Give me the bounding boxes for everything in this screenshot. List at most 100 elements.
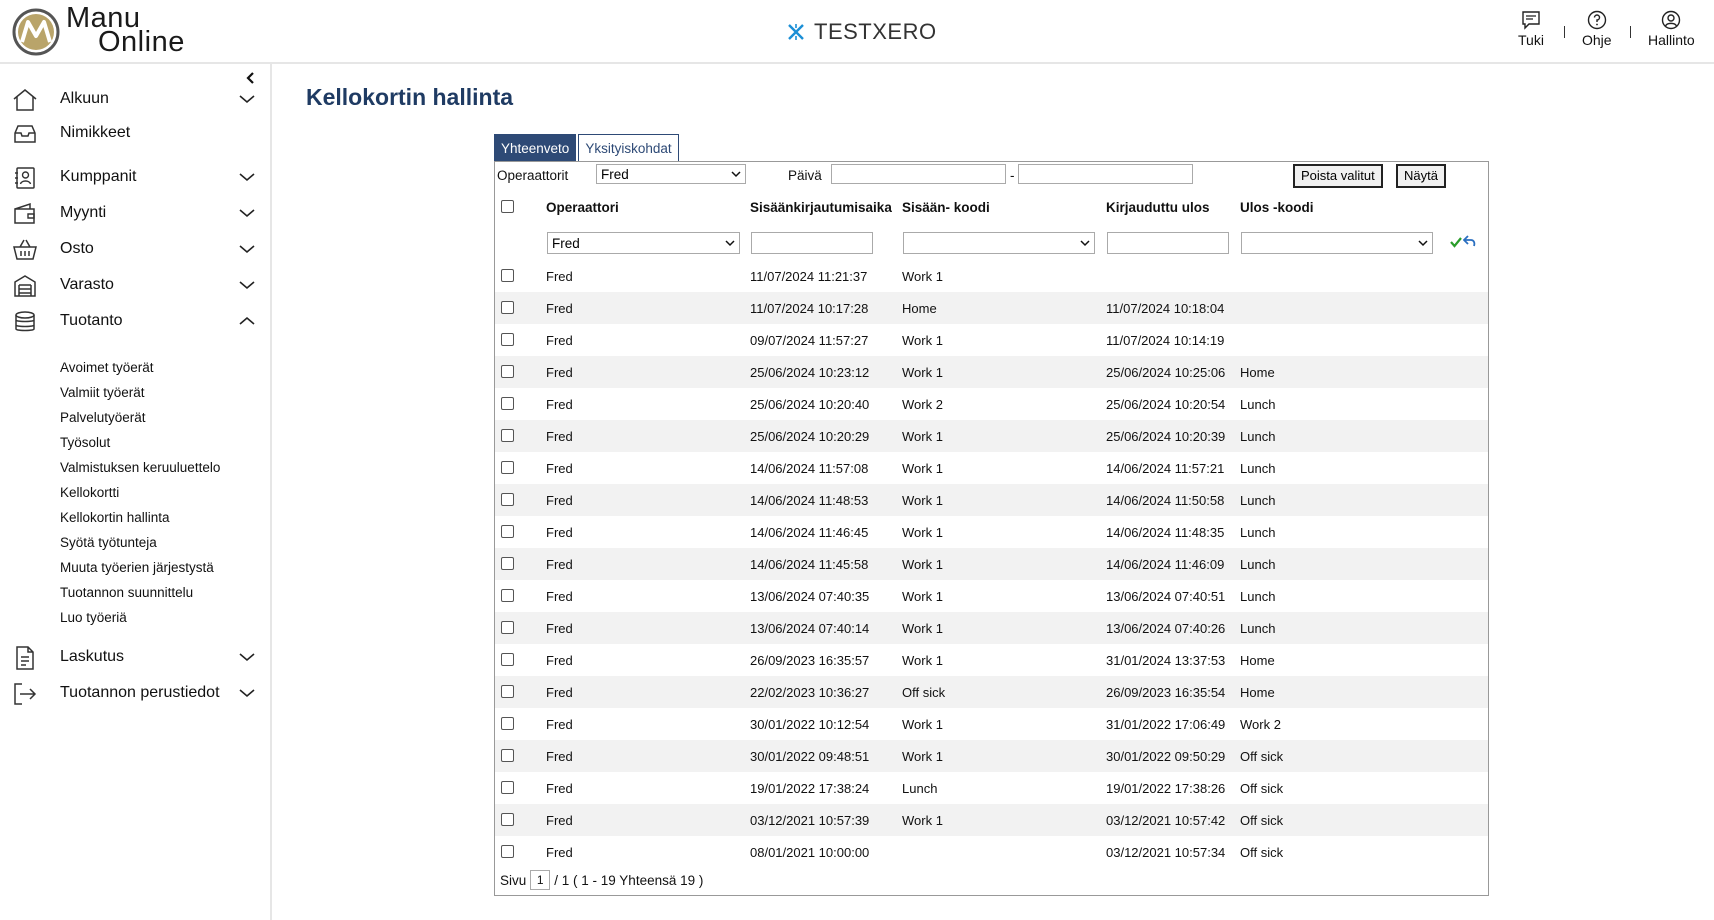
sidebar-item-tuotanto[interactable]: Tuotanto [0, 306, 272, 338]
help-button[interactable]: Ohje [1582, 10, 1612, 48]
table-row[interactable]: Fred 25/06/2024 10:20:40 Work 2 25/06/2024 … [495, 388, 1488, 420]
table-row[interactable]: Fred 13/06/2024 07:40:14 Work 1 13/06/2024 … [495, 612, 1488, 644]
header-operator[interactable]: Operaattori [546, 200, 619, 215]
row-checkbox[interactable] [501, 589, 514, 602]
reset-filter-undo-icon[interactable] [1463, 235, 1476, 247]
sidebar-subitem-luo-tyoeria[interactable]: Luo työeriä [60, 610, 127, 625]
show-button[interactable]: Näytä [1396, 164, 1446, 188]
row-checkbox[interactable] [501, 813, 514, 826]
logged-out-filter-input[interactable] [1107, 232, 1229, 254]
cell-operator: Fred [546, 525, 573, 540]
table-row[interactable]: Fred 25/06/2024 10:20:29 Work 1 25/06/2024 … [495, 420, 1488, 452]
row-checkbox[interactable] [501, 397, 514, 410]
date-to-input[interactable] [1018, 164, 1193, 184]
company-name: TESTXERO [814, 19, 937, 44]
table-row[interactable]: Fred 08/01/2021 10:00:00 03/12/2021 10:57:… [495, 836, 1488, 868]
sidebar-subitem-kellokortti[interactable]: Kellokortti [60, 485, 119, 500]
help-icon [1587, 10, 1606, 30]
row-checkbox[interactable] [501, 301, 514, 314]
cell-in-code: Work 1 [902, 461, 943, 476]
select-all-checkbox[interactable] [501, 200, 514, 213]
sidebar-subitem-tyosolut[interactable]: Työsolut [60, 435, 110, 450]
manu-online-logo[interactable]: Manu Online [12, 4, 212, 58]
table-row[interactable]: Fred 19/01/2022 17:38:24 Lunch 19/01/2022 1… [495, 772, 1488, 804]
sidebar-subitem-keruuluettelo[interactable]: Valmistuksen keruuluettelo [60, 460, 220, 475]
cell-operator: Fred [546, 397, 573, 412]
table-row[interactable]: Fred 14/06/2024 11:57:08 Work 1 14/06/2024 … [495, 452, 1488, 484]
chevron-up-icon [239, 316, 255, 325]
cell-in-code: Work 1 [902, 621, 943, 636]
operator-filter-select[interactable]: Fred [547, 232, 740, 254]
sidebar-subitem-avoimet-tyoerat[interactable]: Avoimet työerät [60, 360, 154, 375]
header-in-code[interactable]: Sisään- koodi [902, 200, 990, 215]
sidebar-item-laskutus[interactable]: Laskutus [0, 642, 272, 674]
sidebar-subitem-kellokortin-hallinta[interactable]: Kellokortin hallinta [60, 510, 170, 525]
cell-in-code: Work 1 [902, 365, 943, 380]
row-checkbox[interactable] [501, 493, 514, 506]
sidebar-item-alkuun[interactable]: Alkuun [0, 84, 272, 116]
header-logged-out[interactable]: Kirjauduttu ulos [1106, 200, 1210, 215]
cell-login-time: 14/06/2024 11:48:53 [750, 493, 869, 508]
divider [1564, 26, 1565, 38]
sidebar-subitem-muuta-jarjestysta[interactable]: Muuta työerien järjestystä [60, 560, 214, 575]
table-row[interactable]: Fred 11/07/2024 11:21:37 Work 1 [495, 260, 1488, 292]
cell-login-time: 26/09/2023 16:35:57 [750, 653, 870, 668]
sidebar-item-varasto[interactable]: Varasto [0, 270, 272, 302]
tab-yksityiskohdat[interactable]: Yksityiskohdat [578, 134, 679, 162]
cell-logged-out: 14/06/2024 11:46:09 [1106, 557, 1225, 572]
table-row[interactable]: Fred 14/06/2024 11:46:45 Work 1 14/06/2024 … [495, 516, 1488, 548]
table-row[interactable]: Fred 14/06/2024 11:45:58 Work 1 14/06/2024 … [495, 548, 1488, 580]
delete-selected-button[interactable]: Poista valitut [1293, 164, 1383, 188]
sidebar-subitem-syota-tyotunteja[interactable]: Syötä työtunteja [60, 535, 157, 550]
table-row[interactable]: Fred 30/01/2022 09:48:51 Work 1 30/01/2022 … [495, 740, 1488, 772]
row-checkbox[interactable] [501, 365, 514, 378]
admin-button[interactable]: Hallinto [1648, 10, 1695, 48]
cell-in-code: Work 1 [902, 557, 943, 572]
row-checkbox[interactable] [501, 749, 514, 762]
row-checkbox[interactable] [501, 717, 514, 730]
sidebar-item-myynti[interactable]: Myynti [0, 198, 272, 230]
header-out-code[interactable]: Ulos -koodi [1240, 200, 1314, 215]
sidebar-subitem-palvelutyoerat[interactable]: Palvelutyöerät [60, 410, 146, 425]
header-login-time[interactable]: Sisäänkirjautumisaika [750, 200, 892, 215]
page-number-input[interactable]: 1 [530, 870, 551, 890]
sidebar-item-tuotannon-perustiedot[interactable]: Tuotannon perustiedot [0, 678, 272, 710]
table-row[interactable]: Fred 30/01/2022 10:12:54 Work 1 31/01/2022 … [495, 708, 1488, 740]
sidebar-subitem-tuotannon-suunnittelu[interactable]: Tuotannon suunnittelu [60, 585, 193, 600]
support-button[interactable]: Tuki [1518, 10, 1544, 48]
row-checkbox[interactable] [501, 685, 514, 698]
date-from-input[interactable] [831, 164, 1006, 184]
sidebar-item-nimikkeet[interactable]: Nimikkeet [0, 118, 272, 150]
in-code-filter-select[interactable] [903, 232, 1095, 254]
row-checkbox[interactable] [501, 621, 514, 634]
table-row[interactable]: Fred 11/07/2024 10:17:28 Home 11/07/2024 10… [495, 292, 1488, 324]
out-code-filter-select[interactable] [1241, 232, 1433, 254]
table-row[interactable]: Fred 03/12/2021 10:57:39 Work 1 03/12/2021 … [495, 804, 1488, 836]
apply-filter-check-icon[interactable] [1450, 236, 1462, 248]
row-checkbox[interactable] [501, 845, 514, 858]
row-checkbox[interactable] [501, 525, 514, 538]
pager-summary: / 1 ( 1 - 19 Yhteensä 19 ) [554, 872, 704, 888]
cell-operator: Fred [546, 813, 573, 828]
table-row[interactable]: Fred 26/09/2023 16:35:57 Work 1 31/01/2024 … [495, 644, 1488, 676]
tab-yhteenveto[interactable]: Yhteenveto [494, 134, 577, 162]
operators-select[interactable]: Fred [596, 164, 746, 184]
table-row[interactable]: Fred 22/02/2023 10:36:27 Off sick 26/09/202… [495, 676, 1488, 708]
table-row[interactable]: Fred 25/06/2024 10:23:12 Work 1 25/06/2024 … [495, 356, 1488, 388]
table-row[interactable]: Fred 09/07/2024 11:57:27 Work 1 11/07/2024 … [495, 324, 1488, 356]
row-checkbox[interactable] [501, 557, 514, 570]
table-row[interactable]: Fred 14/06/2024 11:48:53 Work 1 14/06/2024 … [495, 484, 1488, 516]
sidebar-subitem-valmiit-tyoerat[interactable]: Valmiit työerät [60, 385, 145, 400]
row-checkbox[interactable] [501, 269, 514, 282]
login-time-filter-input[interactable] [751, 232, 873, 254]
sidebar-item-kumppanit[interactable]: Kumppanit [0, 162, 272, 194]
row-checkbox[interactable] [501, 429, 514, 442]
row-checkbox[interactable] [501, 333, 514, 346]
user-circle-icon [1662, 10, 1681, 30]
table-row[interactable]: Fred 13/06/2024 07:40:35 Work 1 13/06/2024 … [495, 580, 1488, 612]
row-checkbox[interactable] [501, 461, 514, 474]
sidebar-item-osto[interactable]: Osto [0, 234, 272, 266]
row-checkbox[interactable] [501, 781, 514, 794]
cell-out-code: Lunch [1240, 461, 1276, 476]
row-checkbox[interactable] [501, 653, 514, 666]
